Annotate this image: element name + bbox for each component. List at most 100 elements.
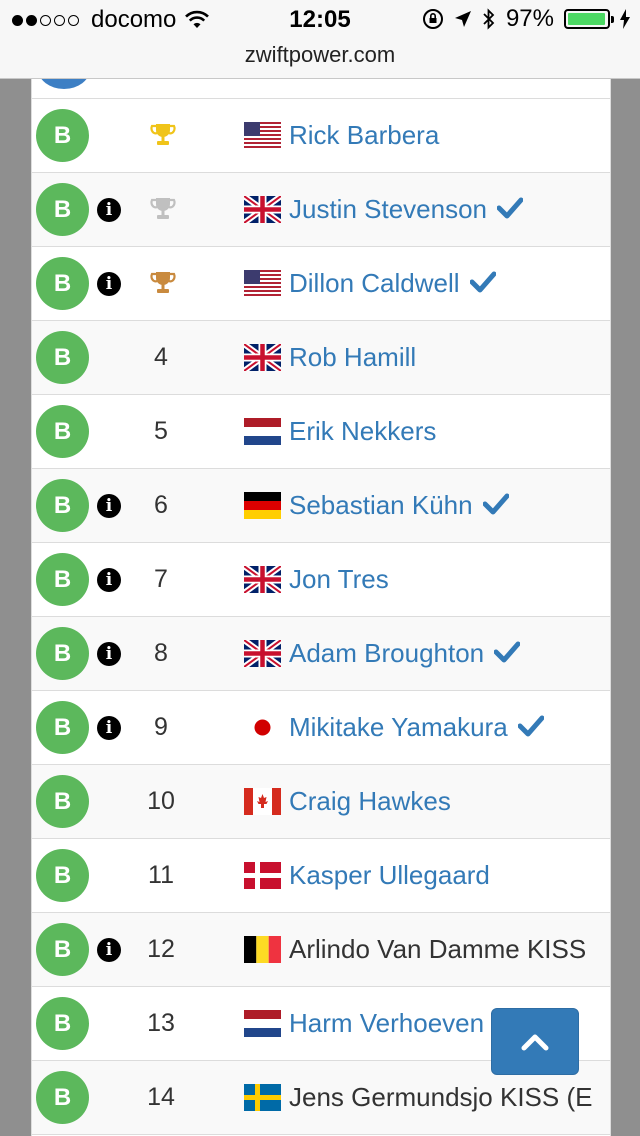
category-badge: B bbox=[36, 405, 89, 458]
info-icon[interactable]: i bbox=[97, 272, 121, 296]
chevron-up-icon bbox=[521, 1034, 549, 1050]
category-badge: B bbox=[36, 257, 89, 310]
rider-name[interactable]: Sebastian Kühn bbox=[289, 469, 509, 542]
rider-name[interactable]: Justin Stevenson bbox=[289, 173, 524, 246]
table-row bbox=[32, 79, 610, 99]
position-number: 9 bbox=[154, 713, 168, 741]
table-row: B 5 Erik Nekkers bbox=[32, 395, 610, 469]
address-bar[interactable]: zwiftpower.com bbox=[0, 40, 640, 79]
rider-name-text[interactable]: Craig Hawkes bbox=[289, 786, 451, 816]
rider-name-text[interactable]: Rob Hamill bbox=[289, 342, 416, 372]
rider-name-text[interactable]: Harm Verhoeven bbox=[289, 1008, 484, 1038]
rider-name[interactable]: Craig Hawkes bbox=[289, 765, 451, 838]
table-row: Bi 7 Jon Tres bbox=[32, 543, 610, 617]
rider-name[interactable]: Erik Nekkers bbox=[289, 395, 436, 468]
position-number: 13 bbox=[147, 1009, 175, 1037]
category-badge: B bbox=[36, 479, 89, 532]
table-row: B 11 Kasper Ullegaard bbox=[32, 839, 610, 913]
position-number: 4 bbox=[154, 343, 168, 371]
rider-name[interactable]: Harm Verhoeven bbox=[289, 987, 484, 1060]
rider-name[interactable]: Kasper Ullegaard bbox=[289, 839, 490, 912]
flag-gb-icon bbox=[242, 193, 283, 226]
status-bar: docomo 12:05 97% bbox=[0, 0, 640, 40]
flag-gb-icon bbox=[242, 563, 283, 596]
rider-name-text[interactable]: Jon Tres bbox=[289, 564, 389, 594]
rider-name-text[interactable]: Kasper Ullegaard bbox=[289, 860, 490, 890]
rider-name[interactable]: Jon Tres bbox=[289, 543, 389, 616]
category-badge: B bbox=[36, 849, 89, 902]
verified-check-icon bbox=[497, 197, 524, 219]
bluetooth-icon bbox=[483, 8, 495, 30]
table-row: B 4 Rob Hamill bbox=[32, 321, 610, 395]
orientation-lock-icon bbox=[422, 9, 443, 29]
flag-gb-icon bbox=[242, 637, 283, 670]
verified-check-icon bbox=[517, 715, 544, 737]
status-right: 97% bbox=[422, 5, 630, 33]
flag-gb-icon bbox=[242, 341, 283, 374]
info-icon[interactable]: i bbox=[97, 642, 121, 666]
info-icon[interactable]: i bbox=[97, 494, 121, 518]
table-row: Bi Dillon Caldwell bbox=[32, 247, 610, 321]
category-badge: B bbox=[36, 553, 89, 606]
table-row: Bi 8 Adam Broughton bbox=[32, 617, 610, 691]
rider-name-text[interactable]: Erik Nekkers bbox=[289, 416, 436, 446]
flag-dk-icon bbox=[244, 862, 281, 889]
rider-name[interactable]: Adam Broughton bbox=[289, 617, 521, 690]
bronze-trophy-icon bbox=[149, 269, 177, 302]
category-badge: B bbox=[36, 775, 89, 828]
flag-jp-icon bbox=[244, 714, 281, 741]
flag-nl-icon bbox=[244, 1010, 281, 1037]
category-badge: B bbox=[36, 997, 89, 1050]
category-badge: B bbox=[36, 109, 89, 162]
position-number: 5 bbox=[154, 417, 168, 445]
rider-name[interactable]: Mikitake Yamakura bbox=[289, 691, 544, 764]
flag-us-icon bbox=[244, 122, 281, 150]
info-icon[interactable]: i bbox=[97, 716, 121, 740]
rider-name[interactable]: Rick Barbera bbox=[289, 99, 439, 172]
position-number: 7 bbox=[154, 565, 168, 593]
info-icon[interactable]: i bbox=[97, 198, 121, 222]
flag-ca-icon bbox=[244, 788, 281, 815]
gold-trophy-icon bbox=[149, 121, 177, 154]
flag-be-icon bbox=[244, 936, 281, 963]
verified-check-icon bbox=[494, 641, 521, 663]
category-badge: B bbox=[36, 1071, 89, 1124]
rider-name-text[interactable]: Sebastian Kühn bbox=[289, 490, 473, 520]
rider-name-text[interactable]: Justin Stevenson bbox=[289, 194, 487, 224]
rider-name-text: Jens Germundsjo KISS (E bbox=[289, 1082, 593, 1112]
battery-percent: 97% bbox=[505, 5, 554, 32]
position-number: 12 bbox=[147, 935, 175, 963]
table-row: Bi Justin Stevenson bbox=[32, 173, 610, 247]
rider-name-text[interactable]: Rick Barbera bbox=[289, 120, 439, 150]
info-icon[interactable]: i bbox=[97, 938, 121, 962]
verified-check-icon bbox=[482, 493, 509, 515]
charging-bolt-icon bbox=[620, 9, 630, 29]
scroll-to-top-button[interactable] bbox=[491, 1008, 579, 1075]
position-number: 6 bbox=[154, 491, 168, 519]
location-arrow-icon bbox=[454, 11, 471, 27]
category-badge: B bbox=[36, 923, 89, 976]
position-number: 8 bbox=[154, 639, 168, 667]
rider-name-text: Arlindo Van Damme KISS bbox=[289, 934, 587, 964]
info-icon[interactable]: i bbox=[97, 568, 121, 592]
category-badge bbox=[38, 79, 90, 89]
position-number: 14 bbox=[147, 1083, 175, 1111]
table-row: Bi 12 Arlindo Van Damme KISS bbox=[32, 913, 610, 987]
table-row: Bi 6 Sebastian Kühn bbox=[32, 469, 610, 543]
battery-icon bbox=[564, 9, 614, 29]
position-number: 11 bbox=[148, 861, 174, 889]
flag-se-icon bbox=[244, 1084, 281, 1111]
results-table: B Rick Barbera Bi Justin Stevenson Bi Dill… bbox=[31, 79, 611, 1136]
rider-name-text[interactable]: Dillon Caldwell bbox=[289, 268, 460, 298]
flag-de-icon bbox=[244, 492, 281, 519]
table-row: B Rick Barbera bbox=[32, 99, 610, 173]
rider-name[interactable]: Rob Hamill bbox=[289, 321, 416, 394]
flag-us-icon bbox=[244, 270, 281, 298]
silver-trophy-icon bbox=[149, 195, 177, 228]
address-url[interactable]: zwiftpower.com bbox=[245, 42, 395, 67]
rider-name-text[interactable]: Adam Broughton bbox=[289, 638, 484, 668]
rider-name-text[interactable]: Mikitake Yamakura bbox=[289, 712, 508, 742]
table-row: B 10 Craig Hawkes bbox=[32, 765, 610, 839]
flag-nl-icon bbox=[244, 418, 281, 445]
rider-name[interactable]: Dillon Caldwell bbox=[289, 247, 496, 320]
